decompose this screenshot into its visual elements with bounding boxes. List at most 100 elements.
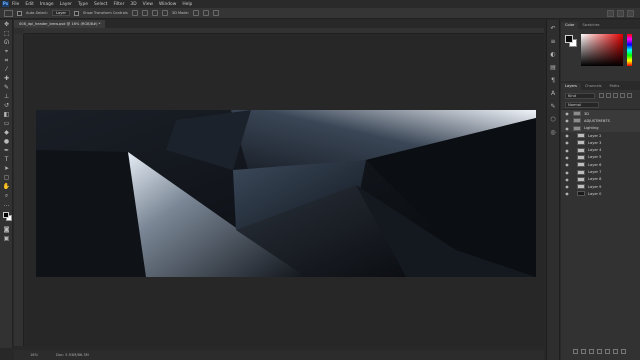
layer-row[interactable]: ◉ Lighting [561, 124, 640, 132]
document-size[interactable]: Doc: 5.93M/86.3M [56, 353, 89, 357]
layer-row[interactable]: ◉ Layer 8 [561, 176, 640, 183]
eye-icon[interactable]: ◉ [564, 191, 570, 196]
quick-select-tool-icon[interactable]: ⌖ [2, 48, 11, 56]
filter-adjustment-icon[interactable] [606, 93, 611, 98]
workspace-icon[interactable] [617, 9, 624, 17]
horizontal-ruler[interactable] [24, 28, 544, 34]
eraser-tool-icon[interactable]: ◧ [2, 111, 11, 119]
lasso-tool-icon[interactable]: ᘏ [2, 39, 11, 47]
3d-panel-icon[interactable]: ⬡ [549, 116, 557, 124]
panel-foreground-color[interactable] [565, 35, 573, 43]
layer-row[interactable]: ◉ ADJUSTMENTS [561, 117, 640, 125]
color-swatches[interactable] [0, 211, 13, 225]
eyedropper-tool-icon[interactable]: ⁄ [2, 66, 11, 74]
align-center-icon[interactable] [141, 10, 148, 16]
layer-style-icon[interactable] [581, 349, 586, 354]
marquee-tool-icon[interactable]: ⬚ [2, 30, 11, 38]
foreground-color-swatch[interactable] [3, 212, 9, 218]
menu-filter[interactable]: Filter [114, 2, 125, 7]
distribute-icon[interactable] [161, 10, 168, 16]
eye-icon[interactable]: ◉ [564, 177, 570, 182]
document-canvas[interactable] [36, 110, 536, 277]
character-icon[interactable]: A [549, 90, 557, 98]
styles-icon[interactable]: ◎ [549, 129, 557, 137]
blend-mode-dropdown[interactable]: Normal [565, 102, 599, 108]
layer-row[interactable]: ◉ 3D [561, 110, 640, 118]
adjustment-layer-icon[interactable] [597, 349, 602, 354]
align-right-icon[interactable] [151, 10, 158, 16]
hand-tool-icon[interactable]: ✋ [2, 183, 11, 191]
dodge-tool-icon[interactable]: ● [2, 138, 11, 146]
new-layer-icon[interactable] [613, 349, 618, 354]
move-tool-preset-icon[interactable] [4, 9, 13, 17]
menu-edit[interactable]: Edit [25, 2, 34, 7]
menu-image[interactable]: Image [40, 2, 54, 7]
more-tools-icon[interactable]: … [2, 201, 11, 209]
shape-tool-icon[interactable]: ▢ [2, 174, 11, 182]
filter-smart-icon[interactable] [627, 93, 632, 98]
menu-3d[interactable]: 3D [130, 2, 136, 7]
brush-settings-icon[interactable]: ✎ [549, 103, 557, 111]
history-icon[interactable]: ↶ [549, 25, 557, 33]
filter-shape-icon[interactable] [620, 93, 625, 98]
delete-layer-icon[interactable] [621, 349, 626, 354]
show-transform-checkbox[interactable] [74, 10, 80, 16]
properties-icon[interactable]: ≡ [549, 38, 557, 46]
eye-icon[interactable]: ◉ [564, 126, 570, 131]
layer-kind-filter[interactable]: Kind [565, 93, 595, 99]
share-icon[interactable] [627, 9, 634, 17]
align-left-icon[interactable] [131, 10, 138, 16]
blur-tool-icon[interactable]: ◆ [2, 129, 11, 137]
screen-mode-icon[interactable]: ▣ [2, 235, 11, 243]
menu-window[interactable]: Window [159, 2, 176, 7]
tab-channels[interactable]: Channels [581, 83, 606, 90]
roll-3d-icon[interactable] [202, 10, 209, 16]
eye-icon[interactable]: ◉ [564, 148, 570, 153]
layer-row[interactable]: ◉ Layer 9 [561, 183, 640, 190]
eye-icon[interactable]: ◉ [564, 118, 570, 123]
auto-select-checkbox[interactable] [17, 10, 22, 16]
gradient-tool-icon[interactable]: ▭ [2, 120, 11, 128]
eye-icon[interactable]: ◉ [564, 155, 570, 160]
filter-pixel-icon[interactable] [599, 93, 604, 98]
menu-file[interactable]: File [12, 2, 19, 7]
filter-type-icon[interactable] [613, 93, 618, 98]
menu-select[interactable]: Select [94, 2, 108, 7]
new-group-icon[interactable] [605, 349, 610, 354]
pan-3d-icon[interactable] [212, 10, 219, 16]
quick-mask-icon[interactable]: ◙ [2, 226, 11, 234]
libraries-icon[interactable]: ▤ [549, 64, 557, 72]
history-brush-icon[interactable]: ↺ [2, 102, 11, 110]
layer-mask-icon[interactable] [589, 349, 594, 354]
eye-icon[interactable]: ◉ [564, 133, 570, 138]
eye-icon[interactable]: ◉ [564, 170, 570, 175]
layer-row[interactable]: ◉ Layer 4 [561, 146, 640, 153]
healing-tool-icon[interactable]: ✚ [2, 75, 11, 83]
tab-layers[interactable]: Layers [561, 83, 581, 90]
auto-select-dropdown[interactable]: Layer [52, 10, 71, 16]
menu-layer[interactable]: Layer [60, 2, 72, 7]
layer-row[interactable]: ◉ Layer 2 [561, 132, 640, 139]
crop-tool-icon[interactable]: ⌗ [2, 57, 11, 65]
search-icon[interactable] [607, 9, 614, 17]
pen-tool-icon[interactable]: ✒ [2, 147, 11, 155]
eye-icon[interactable]: ◉ [564, 162, 570, 167]
layer-row[interactable]: ◉ Layer 3 [561, 139, 640, 146]
layer-row[interactable]: ◉ Layer 6 [561, 161, 640, 168]
tab-paths[interactable]: Paths [606, 83, 624, 90]
type-tool-icon[interactable]: T [2, 156, 11, 164]
stamp-tool-icon[interactable]: ⊥ [2, 93, 11, 101]
menu-type[interactable]: Type [78, 2, 88, 7]
brush-tool-icon[interactable]: ✎ [2, 84, 11, 92]
eye-icon[interactable]: ◉ [564, 111, 570, 116]
menu-view[interactable]: View [143, 2, 153, 7]
eye-icon[interactable]: ◉ [564, 140, 570, 145]
tab-swatches[interactable]: Swatches [578, 22, 603, 29]
paragraph-icon[interactable]: ¶ [549, 77, 557, 85]
color-picker-field[interactable] [581, 34, 623, 66]
layer-row[interactable]: ◉ Layer 7 [561, 168, 640, 175]
orbit-3d-icon[interactable] [192, 10, 199, 16]
menu-help[interactable]: Help [182, 2, 192, 7]
layer-row[interactable]: ◉ Layer 0 [561, 190, 640, 197]
zoom-level[interactable]: 16% [30, 353, 38, 357]
